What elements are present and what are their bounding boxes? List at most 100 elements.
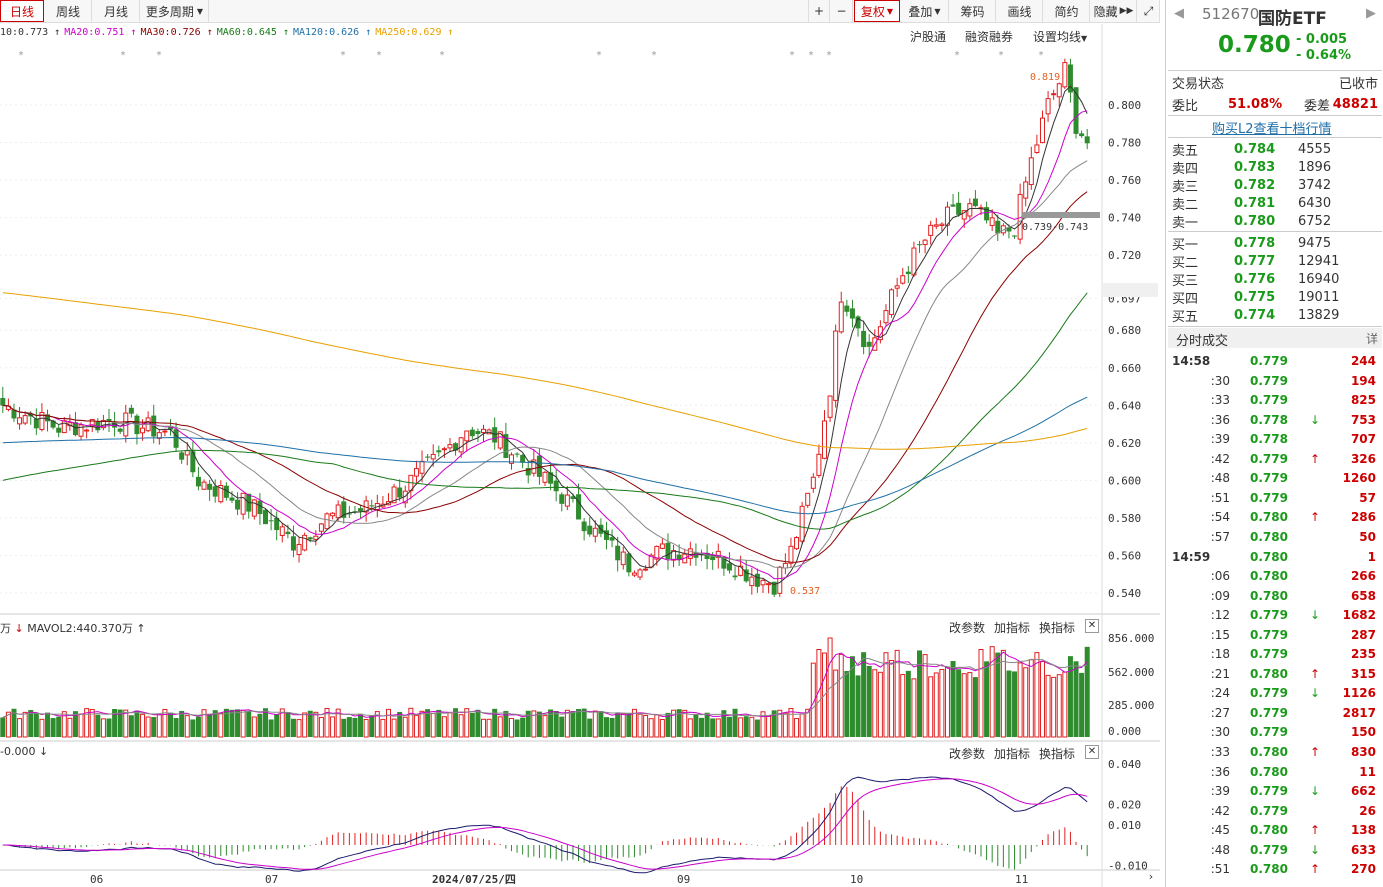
chevron-left-icon[interactable]: ◀: [1174, 6, 1184, 21]
order-ratio-value: 51.08%: [1228, 96, 1283, 112]
tick-time: :18: [1210, 647, 1230, 662]
order-book-price: 0.782: [1234, 177, 1276, 193]
candle-body-up: [687, 548, 693, 559]
volume-bar-down: [1067, 656, 1073, 737]
tick-price: 0.779: [1250, 451, 1288, 466]
price-axis-label: 0.640: [1108, 399, 1141, 412]
time-axis-label: 2024/07/25/四: [432, 873, 516, 886]
macd-add-indicator-button[interactable]: 加指标: [994, 745, 1030, 762]
volume-bar-up: [184, 715, 190, 738]
volume-bar-up: [447, 712, 453, 738]
tick-price: 0.780: [1250, 529, 1288, 544]
volume-bar-up: [402, 716, 408, 738]
arrow-down-icon: ↓: [1310, 842, 1321, 857]
tick-price: 0.779: [1250, 490, 1288, 505]
arrow-up-icon: ↑: [1310, 451, 1321, 466]
volume-bar-up: [458, 714, 464, 738]
tick-volume: 830: [1350, 745, 1376, 759]
macd-switch-indicator-button[interactable]: 换指标: [1039, 745, 1075, 762]
candle-body-down: [866, 341, 872, 347]
volume-bar-up: [872, 669, 878, 738]
candle-body-up: [821, 420, 827, 459]
volume-bar-down: [844, 670, 850, 737]
volume-bar-up: [162, 708, 168, 738]
tick-price: 0.778: [1250, 412, 1288, 427]
order-book-price: 0.774: [1234, 307, 1276, 323]
volume-bar-up: [1000, 649, 1006, 738]
candle-body-down: [195, 476, 201, 487]
volume-bar-down: [536, 711, 542, 737]
tick-price: 0.779: [1250, 705, 1288, 720]
tick-price: 0.778: [1250, 432, 1288, 447]
volume-bar-up: [715, 718, 721, 738]
order-book-row: 买四 0.775 19011: [1172, 288, 1378, 307]
candle-body-up: [894, 285, 900, 289]
vol-add-indicator-button[interactable]: 加指标: [994, 619, 1030, 636]
candle-body-down: [1084, 136, 1090, 144]
volume-bar-up: [542, 715, 548, 738]
candle-body-down: [950, 204, 956, 207]
candle-body-up: [78, 424, 84, 437]
order-book-volume: 4555: [1298, 141, 1332, 157]
chevron-right-icon[interactable]: ▶: [1366, 6, 1376, 21]
chevron-right-icon[interactable]: ›: [1143, 870, 1159, 886]
ticks-detail-button[interactable]: 详: [1366, 330, 1378, 347]
close-icon[interactable]: ✕: [1085, 619, 1099, 633]
arrow-down-icon: ↓: [1310, 784, 1321, 799]
tick-volume: 287: [1350, 627, 1376, 642]
tick-row: :36 0.778 ↓ 753: [1172, 411, 1378, 429]
candle-body-up: [279, 526, 285, 536]
volume-bar-up: [682, 709, 688, 738]
tick-price: 0.779: [1250, 608, 1288, 623]
volume-bar-up: [1034, 652, 1040, 738]
trade-status-value: 已收市: [1338, 76, 1378, 92]
volume-bar-up: [201, 709, 207, 738]
volume-bar-down: [956, 669, 962, 737]
vol-switch-indicator-button[interactable]: 换指标: [1039, 619, 1075, 636]
l2-purchase-link[interactable]: 购买L2查看十档行情: [1212, 118, 1332, 137]
volume-bar-down: [754, 719, 760, 737]
tick-volume: 825: [1350, 393, 1376, 408]
candle-body-up: [1056, 83, 1062, 98]
tick-time: :30: [1210, 725, 1230, 740]
tick-volume: 1: [1367, 549, 1376, 564]
candle-body-up: [810, 476, 816, 489]
candle-body-down: [732, 575, 738, 578]
volume-bar-up: [441, 716, 447, 738]
tick-price: 0.780: [1250, 823, 1288, 838]
gap-marker: [1022, 212, 1100, 218]
order-book-price: 0.784: [1234, 141, 1276, 157]
close-icon[interactable]: ✕: [1085, 745, 1099, 759]
volume-bar-up: [39, 718, 45, 738]
volume-bar-down: [28, 710, 34, 737]
candle-body-up: [749, 576, 755, 587]
tick-row: :39 0.779 ↓ 662: [1172, 782, 1378, 800]
volume-bar-down: [341, 718, 347, 737]
candle-body-up: [324, 513, 330, 530]
macd-change-params-button[interactable]: 改参数: [949, 745, 985, 762]
event-star-icon: *: [439, 50, 445, 61]
volume-bar-down: [190, 719, 196, 737]
tick-row: :18 0.779 235: [1172, 645, 1378, 663]
candle-body-down: [358, 508, 364, 512]
candle-body-down: [475, 431, 481, 434]
volume-bar-down: [972, 677, 978, 737]
kline-chart-area[interactable]: 日线 周线 月线 更多周期 ▼ + − 复权 ▼ 叠加 ▼ 筹码 画线 简约 隐藏 ▶▶…: [0, 0, 1160, 887]
vol-change-params-button[interactable]: 改参数: [949, 619, 985, 636]
tick-price: 0.780: [1250, 764, 1288, 779]
tick-time: :15: [1210, 627, 1230, 642]
price-axis-label: 0.540: [1108, 587, 1141, 600]
candle-body-down: [425, 456, 431, 458]
tick-volume: 658: [1350, 588, 1376, 603]
event-star-icon: *: [340, 50, 346, 61]
volume-bar-up: [782, 712, 788, 738]
tick-time: :30: [1210, 373, 1230, 388]
volume-bar-up: [1028, 659, 1034, 738]
candle-body-down: [469, 429, 475, 437]
arrow-down-icon: ↓: [1310, 608, 1321, 623]
volume-bar-up: [928, 676, 934, 738]
volume-bar-up: [833, 669, 839, 738]
tick-price: 0.779: [1250, 373, 1288, 388]
volume-bar-down: [553, 711, 559, 737]
volume-bar-up: [363, 719, 369, 738]
